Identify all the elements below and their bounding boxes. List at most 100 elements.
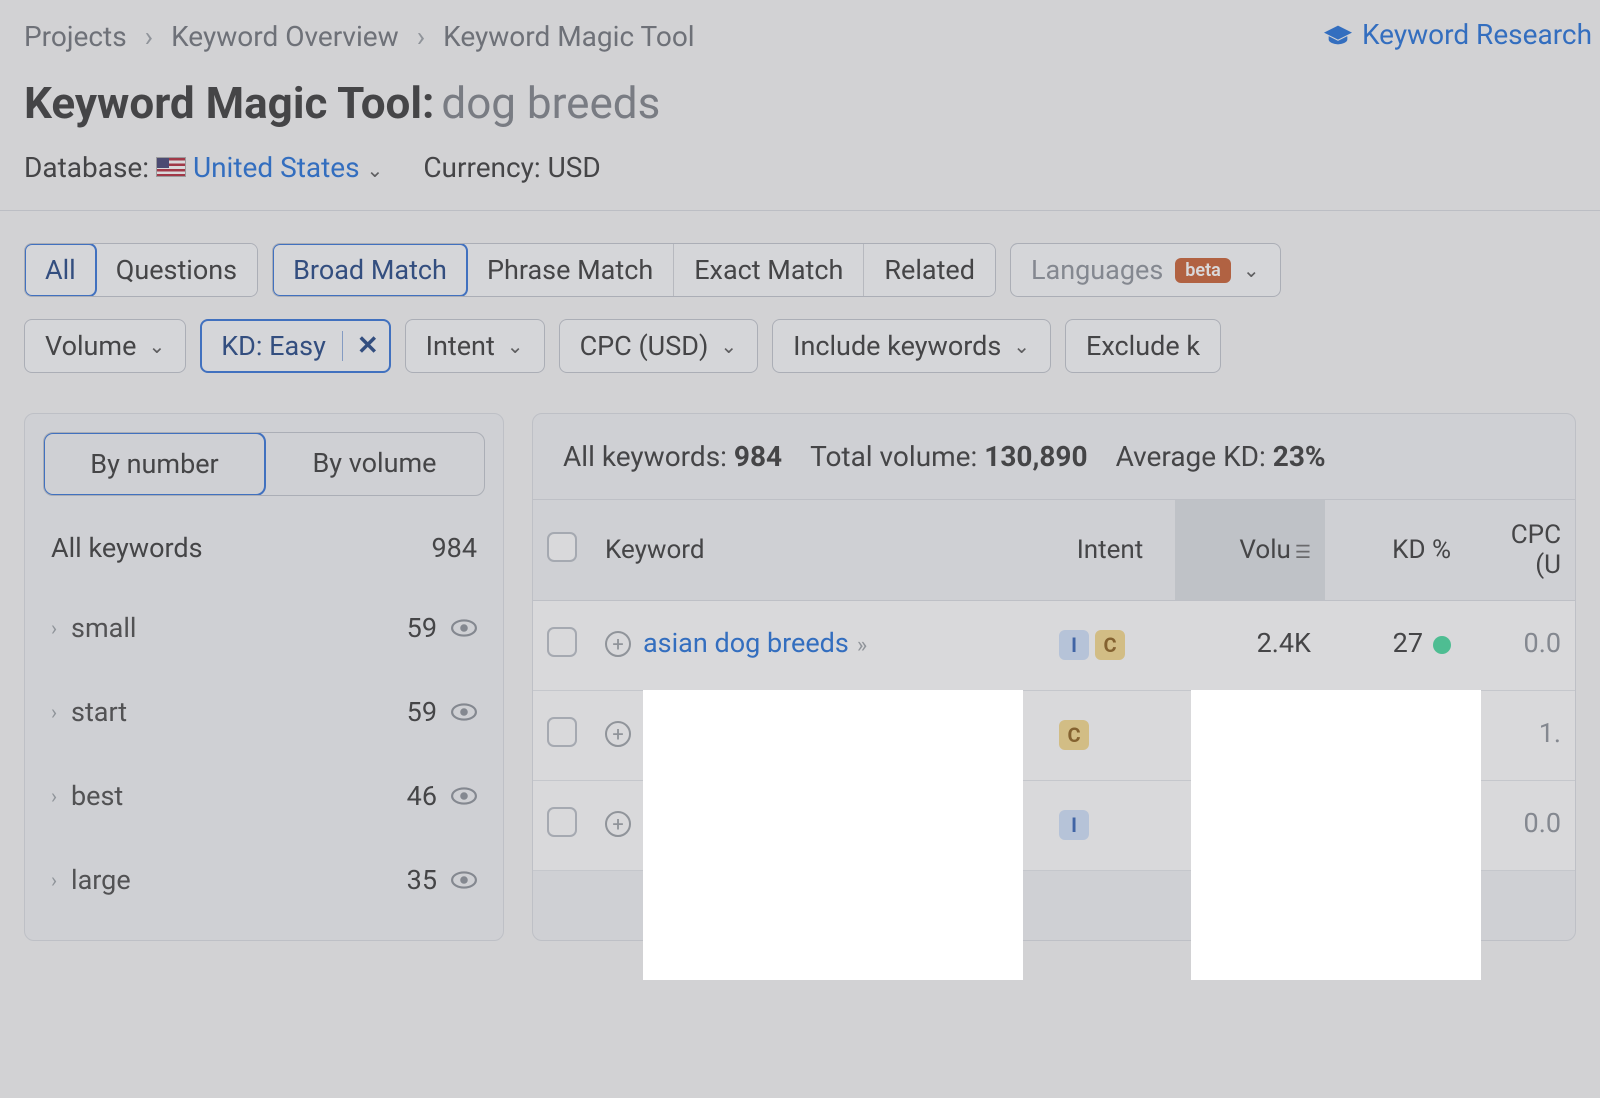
group-count: 59 [407,696,437,728]
double-chevron-icon[interactable]: » [881,723,891,748]
database-value: United States [193,151,360,184]
table-row: +asian dog breeds»IC2.4K270.0 [533,601,1575,691]
kd-cell: 27 [1325,781,1465,871]
eye-icon[interactable] [451,619,477,637]
keyword-link[interactable]: asian dog breeds [643,627,849,659]
group-row[interactable]: › small 59 [43,586,485,670]
group-count: 46 [407,780,437,812]
keyword-research-label: Keyword Research [1362,18,1592,51]
col-keyword[interactable]: Keyword [591,500,1045,601]
eye-icon[interactable] [451,787,477,805]
select-all-checkbox[interactable] [547,532,577,562]
currency-display: Currency: USD [423,151,600,184]
keyword-link[interactable]: wrinkly dog breeds [643,807,868,839]
chevron-down-icon: ⌄ [720,334,737,358]
row-checkbox[interactable] [547,807,577,837]
group-row[interactable]: ›best46 [43,754,485,838]
group-row[interactable]: ›start59 [43,670,485,754]
chevron-right-icon: › [51,616,57,640]
group-name: small [71,612,136,644]
chevron-right-icon: › [51,700,57,724]
filters-area: All Questions Broad Match Phrase Match E… [0,231,1600,373]
col-intent[interactable]: Intent [1045,500,1175,601]
page-title-query-value: dog breeds [441,77,660,129]
group-name: large [71,864,131,896]
sort-by-volume[interactable]: By volume [265,433,484,495]
intent-badge: I [1059,810,1089,840]
filter-volume[interactable]: Volume ⌄ [24,319,186,373]
all-keywords-row[interactable]: All keywords 984 [43,522,485,586]
intent-badge: C [1095,630,1125,660]
keywords-table: Keyword Intent Volu☰ KD % CPC (U + asian … [533,499,1575,871]
col-kd[interactable]: KD % [1325,500,1465,601]
intent-badge: C [1059,720,1089,750]
stat-allkw-value: 984 [734,440,782,473]
filter-include-keywords[interactable]: Include keywords ⌄ [772,319,1051,373]
group-row[interactable]: ›large35 [43,838,485,922]
eye-icon[interactable] [451,871,477,889]
row-checkbox[interactable] [547,627,577,657]
add-keyword-icon[interactable]: + [605,721,631,747]
filter-volume-label: Volume [45,330,136,362]
col-volume-label: Volu [1239,535,1290,565]
filter-exclude-label: Exclude k [1086,330,1200,362]
filter-intent[interactable]: Intent ⌄ [405,319,545,373]
currency-label: Currency: [423,151,540,184]
filter-kd-label: KD: Easy [221,330,326,362]
tab-exact-match[interactable]: Exact Match [674,244,864,296]
col-volume[interactable]: Volu☰ [1175,500,1325,601]
languages-label: Languages [1031,254,1163,286]
database-selector[interactable]: Database: United States ⌄ [24,151,383,184]
filter-include-label: Include keywords [793,330,1001,362]
row-checkbox[interactable] [547,717,577,747]
sort-toggle: By number By volume [43,432,485,496]
results-panel: All keywords: 984 Total volume: 130,890 … [532,413,1576,941]
page-title-block: Keyword Magic Tool: dog breeds [0,61,1600,133]
filter-exclude-keywords[interactable]: Exclude k [1065,319,1221,373]
add-keyword-icon[interactable]: + [605,811,631,837]
database-label: Database: [24,151,149,184]
keyword-link[interactable]: military dog breeds [643,717,873,749]
clear-kd-filter-icon[interactable]: ✕ [342,331,379,361]
volume-cell: 2.4K [1175,691,1325,781]
filter-cpc-label: CPC (USD) [580,330,709,362]
chevron-right-icon: › [51,784,57,808]
add-keyword-icon[interactable]: + [605,631,631,657]
keyword-research-link[interactable]: Keyword Research [1324,18,1600,51]
stat-volume-label: Total volume: [810,440,977,473]
sort-desc-icon: ☰ [1295,542,1311,563]
volume-cell: 2.4K [1175,781,1325,871]
filter-kd[interactable]: KD: Easy ✕ [200,319,390,373]
sort-by-number[interactable]: By number [43,432,266,496]
tab-phrase-match[interactable]: Phrase Match [467,244,674,296]
crumb-overview[interactable]: Keyword Overview [171,20,399,53]
chevron-down-icon: ⌄ [1243,258,1260,282]
tab-questions[interactable]: Questions [96,244,257,296]
crumb-projects[interactable]: Projects [24,20,127,53]
tab-all[interactable]: All [24,243,97,297]
chevron-down-icon: ⌄ [507,334,524,358]
page-title: Keyword Magic Tool: [24,77,434,129]
chevron-right-icon: › [145,20,153,53]
stat-kd-label: Average KD: [1116,440,1266,473]
graduation-cap-icon [1324,25,1352,45]
table-row: +military dog breeds»C2.4K261. [533,691,1575,781]
filter-cpc[interactable]: CPC (USD) ⌄ [559,319,759,373]
eye-icon[interactable] [451,703,477,721]
languages-dropdown[interactable]: Languages beta ⌄ [1010,243,1281,297]
tab-related[interactable]: Related [864,244,995,296]
tab-broad-match[interactable]: Broad Match [272,243,468,297]
all-keywords-count: 984 [431,532,477,564]
group-count: 59 [407,612,437,644]
currency-value: USD [548,151,601,184]
double-chevron-icon[interactable]: » [857,633,867,658]
volume-cell: 2.4K [1175,601,1325,691]
crumb-magic-tool[interactable]: Keyword Magic Tool [443,20,694,53]
kd-indicator-dot [1433,726,1451,744]
col-cpc[interactable]: CPC (U [1465,500,1575,601]
double-chevron-icon[interactable]: » [876,813,886,838]
tab-group-match: Broad Match Phrase Match Exact Match Rel… [272,243,996,297]
chevron-right-icon: › [417,20,425,53]
beta-badge: beta [1175,258,1231,283]
cpc-cell: 0.0 [1465,781,1575,871]
